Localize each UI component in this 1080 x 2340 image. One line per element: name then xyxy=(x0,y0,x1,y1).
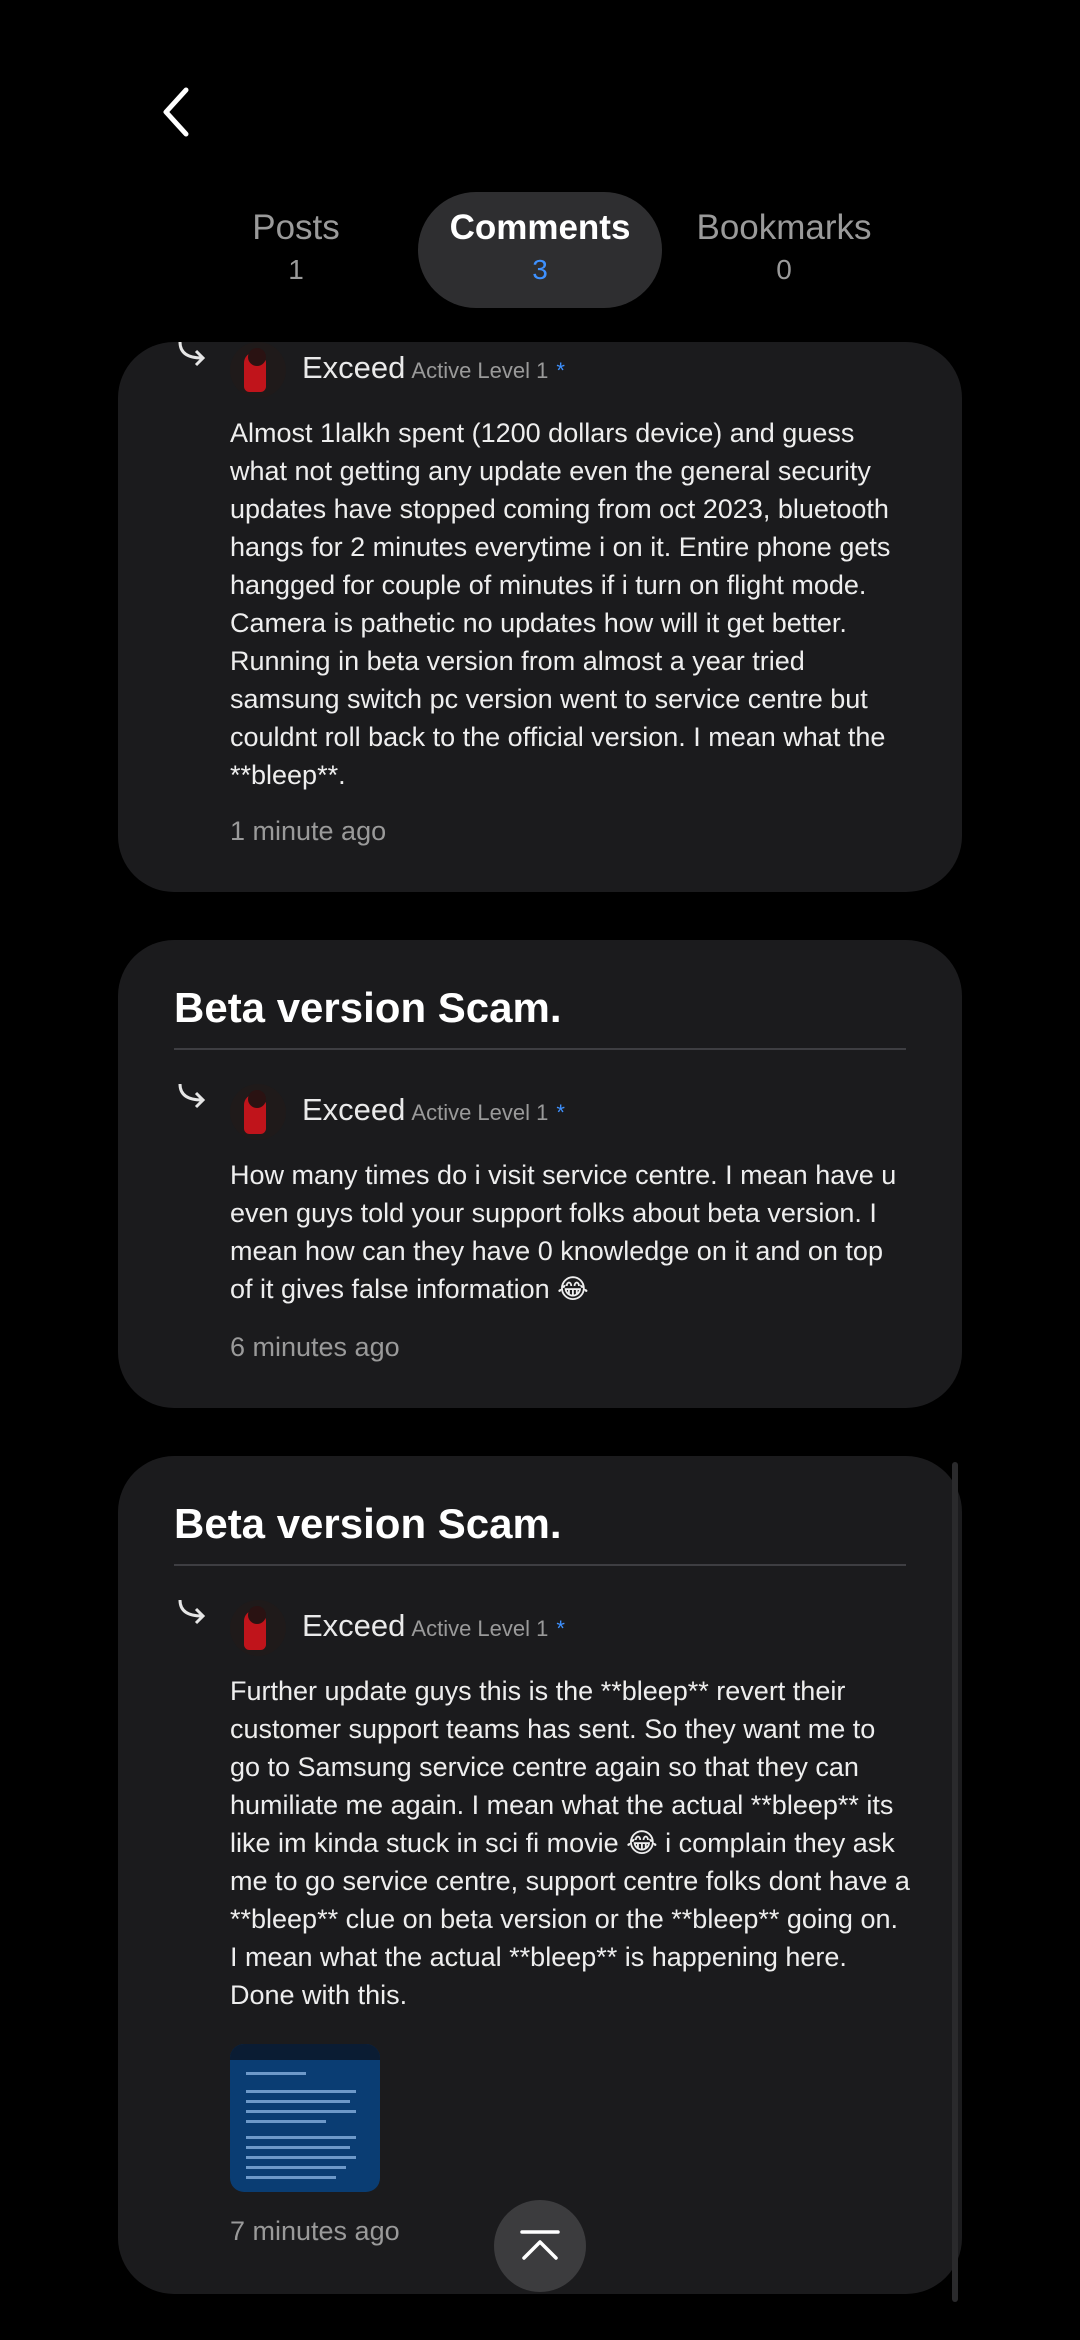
post-title[interactable]: Beta version Scam. xyxy=(174,984,562,1032)
scroll-to-top-button[interactable] xyxy=(494,2200,586,2292)
scrollbar[interactable] xyxy=(952,1462,958,2302)
avatar[interactable] xyxy=(230,1600,286,1656)
comment-text: How many times do i visit service centre… xyxy=(230,1160,897,1304)
user-level: Active Level 1 xyxy=(411,1616,549,1641)
post-title[interactable]: Beta version Scam. xyxy=(174,1500,562,1548)
username[interactable]: Exceed xyxy=(302,350,405,385)
comment-card[interactable]: Beta version Scam. Exceed Active Level 1 *… xyxy=(118,1456,962,2294)
avatar[interactable] xyxy=(230,342,286,398)
tab-posts-label: Posts xyxy=(252,208,340,247)
level-star-icon: * xyxy=(556,1616,565,1641)
username[interactable]: Exceed xyxy=(302,1092,405,1127)
tab-posts-count: 1 xyxy=(288,254,304,285)
reply-arrow-icon xyxy=(176,1080,212,1120)
scroll-to-top-icon xyxy=(520,2230,560,2260)
comment-card[interactable]: Exceed Active Level 1 * Almost 1lalkh spen… xyxy=(118,342,962,892)
tab-bookmarks-count: 0 xyxy=(776,254,792,285)
tab-bookmarks-label: Bookmarks xyxy=(696,208,872,247)
comment-time: 6 minutes ago xyxy=(230,1332,400,1362)
tab-bookmarks[interactable]: Bookmarks 0 xyxy=(662,192,906,308)
attached-image[interactable] xyxy=(230,2044,380,2192)
chevron-left-icon xyxy=(163,87,189,137)
tab-comments-label: Comments xyxy=(449,208,631,247)
user-info: Exceed Active Level 1 * xyxy=(302,1092,565,1128)
tab-comments[interactable]: Comments 3 xyxy=(418,192,662,308)
level-star-icon: * xyxy=(556,358,565,383)
comment-text: Further update guys this is the **bleep*… xyxy=(230,1676,910,2010)
tab-posts[interactable]: Posts 1 xyxy=(174,192,418,308)
tab-comments-count: 3 xyxy=(532,254,548,285)
comment-text: Almost 1lalkh spent (1200 dollars device… xyxy=(230,418,891,790)
user-level: Active Level 1 xyxy=(411,358,549,383)
profile-tabs: Posts 1 Comments 3 Bookmarks 0 xyxy=(0,192,1080,308)
comment-card[interactable]: Beta version Scam. Exceed Active Level 1 *… xyxy=(118,940,962,1408)
user-level: Active Level 1 xyxy=(411,1100,549,1125)
user-info: Exceed Active Level 1 * xyxy=(302,1608,565,1644)
divider xyxy=(174,1048,906,1050)
avatar[interactable] xyxy=(230,1084,286,1140)
comment-time: 7 minutes ago xyxy=(230,2216,400,2246)
back-button[interactable] xyxy=(150,82,210,142)
user-info: Exceed Active Level 1 * xyxy=(302,350,565,386)
reply-arrow-icon xyxy=(176,1596,212,1636)
reply-arrow-icon xyxy=(176,342,212,378)
username[interactable]: Exceed xyxy=(302,1608,405,1643)
comment-time: 1 minute ago xyxy=(230,816,387,846)
level-star-icon: * xyxy=(556,1100,565,1125)
divider xyxy=(174,1564,906,1566)
